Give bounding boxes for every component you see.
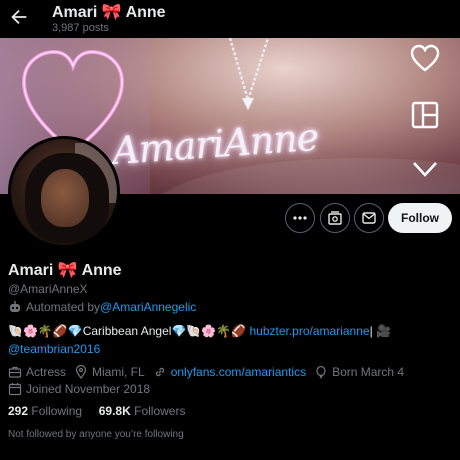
followers-link[interactable]: 69.8K Followers [99, 404, 186, 418]
joined-row: Joined November 2018 [8, 382, 150, 396]
calendar-icon [8, 383, 22, 396]
link-icon [155, 367, 164, 377]
bio-text: 🐚🌸🌴🏈💎Caribbean Angel💎🐚🌸🌴🏈 [8, 324, 250, 338]
more-icon [293, 216, 307, 220]
follow-stats: 292 Following 69.8K Followers [8, 404, 185, 418]
necklace-chain [228, 38, 270, 110]
message-button[interactable] [354, 203, 384, 233]
bio-suffix: | 🎥 [369, 324, 391, 338]
message-icon [362, 212, 376, 224]
following-link[interactable]: 292 Following [8, 404, 82, 418]
more-button[interactable] [285, 203, 315, 233]
bio: 🐚🌸🌴🏈💎Caribbean Angel💎🐚🌸🌴🏈 hubzter.pro/am… [8, 324, 391, 338]
balloon-icon [316, 365, 326, 379]
chevron-down-icon[interactable] [408, 152, 442, 186]
briefcase-icon [8, 366, 22, 378]
page-title: Amari 🎀 Anne [52, 4, 166, 21]
bio-link[interactable]: hubzter.pro/amarianne [249, 324, 369, 338]
top-bar: Amari 🎀 Anne 3,987 posts [0, 0, 460, 38]
posts-count: 3,987 posts [52, 22, 109, 34]
followers-count: 69.8K [98, 404, 131, 418]
heart-icon[interactable] [408, 42, 442, 76]
profile-meta: Actress Miami, FL onlyfans.com/amarianti… [8, 365, 404, 379]
subscriptions-button[interactable] [320, 203, 350, 233]
automated-label: Automated by @AmariAnnegelic [8, 300, 196, 314]
arrow-left-icon[interactable] [8, 6, 30, 28]
robot-icon [10, 301, 20, 312]
website-link[interactable]: onlyfans.com/amariantics [171, 365, 306, 379]
followed-by-note: Not followed by anyone you’re following [8, 429, 184, 440]
location: Miami, FL [92, 365, 145, 379]
layout-icon[interactable] [408, 98, 442, 132]
category: Actress [26, 365, 67, 379]
following-label: Following [31, 404, 83, 418]
avatar[interactable] [8, 136, 120, 248]
subscriptions-icon [328, 211, 342, 225]
user-handle: @AmariAnneX [8, 282, 88, 296]
followers-label: Followers [134, 404, 186, 418]
automated-prefix: Automated by [26, 300, 101, 314]
joined-date: Joined November 2018 [26, 382, 151, 396]
bio-second-line: @teambrian2016 [8, 342, 100, 356]
bio-mention-link[interactable]: @teambrian2016 [8, 342, 100, 356]
location-pin-icon [75, 365, 87, 379]
automated-by-link[interactable]: @AmariAnnegelic [100, 300, 196, 314]
following-count: 292 [8, 404, 29, 418]
follow-button[interactable]: Follow [388, 203, 452, 233]
birthday: Born March 4 [332, 365, 405, 379]
display-name: Amari 🎀 Anne [8, 262, 122, 279]
